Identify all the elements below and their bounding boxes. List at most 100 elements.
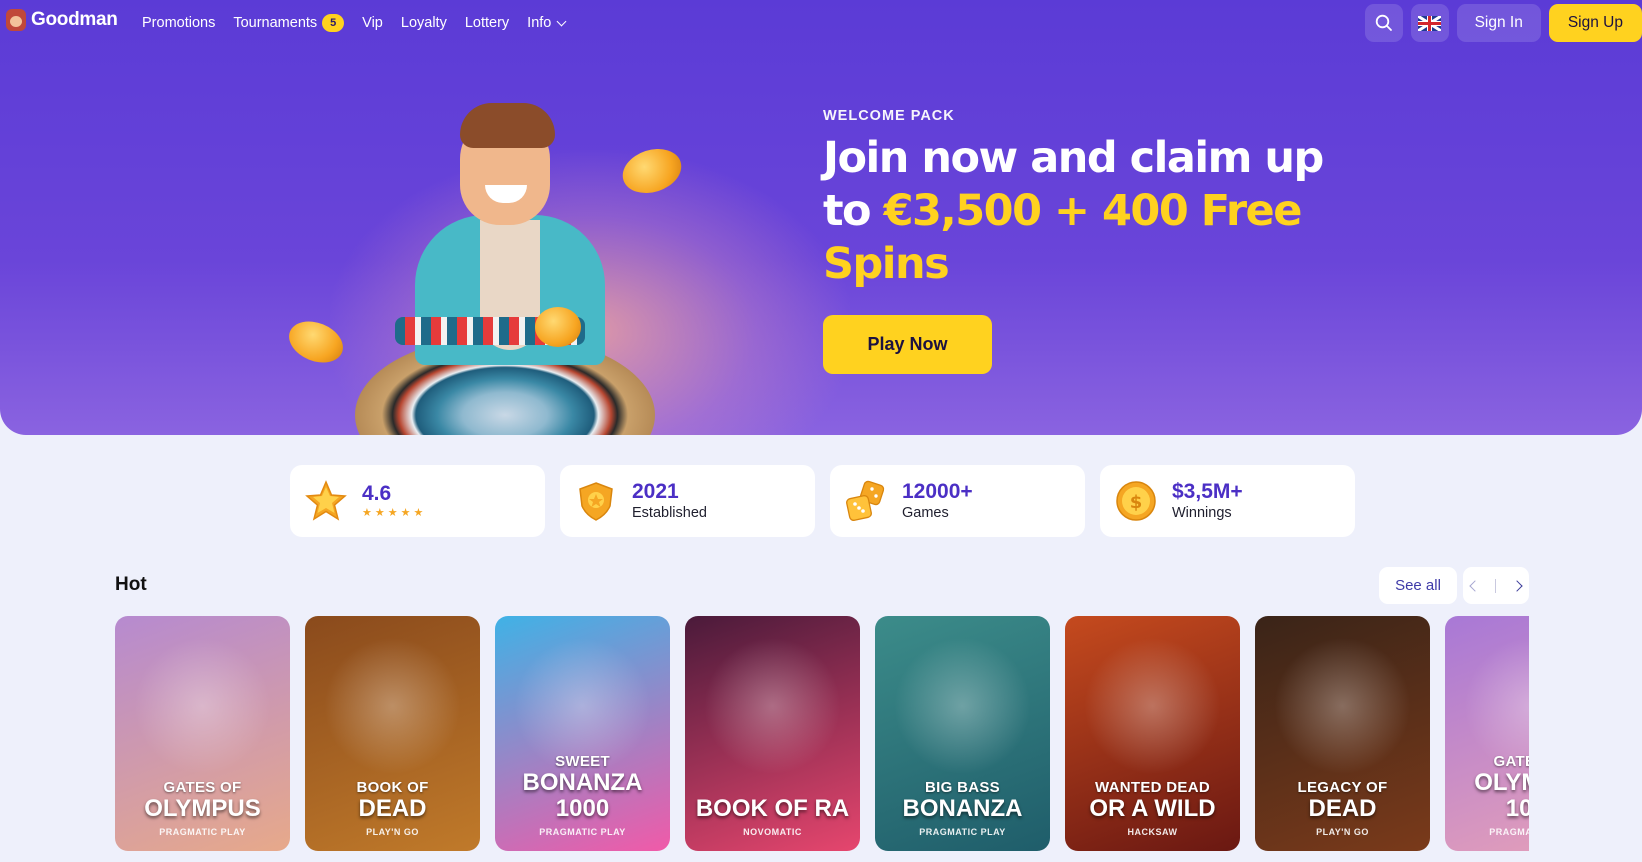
headline-highlight: €3,500 + 400 Free Spins	[823, 186, 1302, 289]
game-art-image	[1275, 636, 1410, 776]
nav-item-info[interactable]: Info	[527, 15, 567, 31]
game-card[interactable]: GATES OFOLYMPUS 1000 PRAGMATIC PLAY	[1445, 616, 1529, 851]
nav-item-loyalty[interactable]: Loyalty	[401, 15, 447, 31]
nav-label: Tournaments	[233, 15, 318, 31]
stat-value: 2021	[632, 480, 679, 503]
search-icon	[1375, 14, 1392, 31]
game-card[interactable]: LEGACY OF DEAD PLAY'N GO	[1255, 616, 1430, 851]
hero-eyebrow: WELCOME PACK	[823, 108, 955, 124]
stat-label: Established	[632, 505, 707, 521]
game-provider: HACKSAW	[1127, 827, 1178, 837]
game-title-line1: GATES OF	[163, 779, 242, 796]
dice-icon	[844, 479, 888, 523]
stat-established: 2021 Established	[560, 465, 815, 537]
hot-games-carousel: GATES OF OLYMPUS PRAGMATIC PLAY BOOK OF DEAD…	[115, 616, 1529, 862]
game-provider: PRAGMATIC PLAY	[539, 827, 626, 837]
game-title: SWEET BONANZA 1000 PRAGMATIC PLAY	[495, 753, 670, 838]
game-provider: PRAGMATIC PLAY	[159, 827, 246, 837]
chevron-right-icon[interactable]	[1511, 579, 1523, 592]
sign-in-button[interactable]: Sign In	[1456, 4, 1541, 42]
svg-text:$: $	[1130, 492, 1143, 513]
game-card[interactable]: BIG BASS BONANZA PRAGMATIC PLAY	[875, 616, 1050, 851]
game-title-line1: GATES OF	[1493, 753, 1529, 770]
game-cards: GATES OF OLYMPUS PRAGMATIC PLAY BOOK OF DEAD…	[115, 616, 1529, 851]
see-all-button[interactable]: See all	[1379, 567, 1457, 604]
nav-label: Loyalty	[400, 15, 447, 31]
game-art-image	[895, 636, 1030, 776]
nav-label: Promotions	[142, 15, 216, 31]
game-card[interactable]: SWEET BONANZA 1000 PRAGMATIC PLAY	[495, 616, 670, 851]
uk-flag-icon	[1418, 15, 1442, 31]
sign-up-button[interactable]: Sign Up	[1548, 4, 1642, 42]
stat-value: 12000+	[902, 480, 973, 503]
nav-item-tournaments[interactable]: Tournaments 5	[233, 14, 345, 32]
game-title: WANTED DEAD OR A WILD HACKSAW	[1065, 779, 1240, 838]
game-provider: PLAY'N GO	[366, 827, 419, 837]
hero-banner: Goodman Promotions Tournaments 5 Vip Loya…	[0, 0, 1642, 435]
game-title-line1: LEGACY OF	[1297, 779, 1388, 796]
game-provider: PRAGMATIC PLAY	[1489, 827, 1529, 837]
game-title-line2: BOOK OF RA	[695, 795, 850, 822]
game-title-line2: DEAD	[1308, 795, 1377, 822]
game-title-line2: DEAD	[358, 795, 427, 822]
game-title-line2: OR A WILD	[1089, 795, 1216, 822]
gold-coin-icon	[282, 313, 350, 371]
nav-links: Promotions Tournaments 5 Vip Loyalty Lott…	[142, 14, 567, 32]
game-provider: NOVOMATIC	[743, 827, 802, 837]
tournaments-count-badge: 5	[322, 14, 345, 32]
stat-value: $3,5M+	[1172, 480, 1243, 503]
star-icon: ★	[374, 507, 385, 519]
game-title: BIG BASS BONANZA PRAGMATIC PLAY	[875, 779, 1050, 838]
gold-coin-icon	[535, 307, 581, 347]
rating-stars: ★ ★ ★ ★ ★	[362, 508, 423, 519]
logo[interactable]: Goodman	[6, 9, 118, 31]
star-icon	[304, 479, 348, 523]
hero-headline: Join now and claim up to €3,500 + 400 Fr…	[823, 132, 1363, 291]
game-title: BOOK OF RA NOVOMATIC	[685, 795, 860, 838]
game-title-line1: BIG BASS	[925, 779, 1000, 796]
game-title: LEGACY OF DEAD PLAY'N GO	[1255, 779, 1430, 838]
star-icon: ★	[362, 507, 372, 519]
game-provider: PRAGMATIC PLAY	[919, 827, 1006, 837]
game-title-line1: WANTED DEAD	[1095, 779, 1210, 796]
nav-label: Lottery	[464, 15, 510, 31]
logo-mark-icon	[6, 9, 26, 31]
gold-coin-icon	[616, 141, 688, 201]
pager-divider	[1495, 578, 1497, 593]
language-button[interactable]	[1410, 4, 1449, 42]
game-provider: PLAY'N GO	[1316, 827, 1369, 837]
hot-section-title: Hot	[115, 574, 147, 595]
nav-item-promotions[interactable]: Promotions	[142, 15, 215, 31]
stats-row: 4.6 ★ ★ ★ ★ ★ 2021 Established 12000+ Ga…	[290, 465, 1355, 537]
game-card[interactable]: BOOK OF DEAD PLAY'N GO	[305, 616, 480, 851]
hero-illustration	[280, 95, 730, 435]
star-icon: ★	[387, 507, 398, 519]
game-title-line2: BONANZA 1000	[522, 769, 643, 822]
nav-item-lottery[interactable]: Lottery	[465, 15, 509, 31]
stat-games: 12000+ Games	[830, 465, 1085, 537]
stat-value: 4.6	[362, 482, 392, 505]
game-title-line2: OLYMPUS	[144, 795, 261, 822]
game-art-image	[1085, 636, 1220, 776]
play-now-button[interactable]: Play Now	[823, 315, 992, 374]
game-title: GATES OFOLYMPUS 1000 PRAGMATIC PLAY	[1445, 753, 1529, 838]
game-card[interactable]: WANTED DEAD OR A WILD HACKSAW	[1065, 616, 1240, 851]
carousel-pager	[1463, 567, 1529, 604]
search-button[interactable]	[1364, 4, 1403, 42]
game-title-line1: SWEET	[555, 753, 610, 770]
game-card[interactable]: GATES OF OLYMPUS PRAGMATIC PLAY	[115, 616, 290, 851]
stat-rating: 4.6 ★ ★ ★ ★ ★	[290, 465, 545, 537]
game-title-line2: BONANZA	[902, 795, 1023, 822]
hero-text: WELCOME PACK Join now and claim up to €3…	[823, 108, 1363, 374]
nav-actions: Sign In Sign Up	[1364, 4, 1642, 42]
game-card[interactable]: BOOK OF RA NOVOMATIC	[685, 616, 860, 851]
coin-icon: $	[1114, 479, 1158, 523]
game-art-image	[135, 636, 270, 776]
logo-text: Goodman	[31, 9, 118, 30]
stat-winnings: $ $3,5M+ Winnings	[1100, 465, 1355, 537]
nav-item-vip[interactable]: Vip	[362, 15, 383, 31]
nav-label: Vip	[362, 15, 383, 31]
stat-label: Winnings	[1172, 505, 1232, 521]
chevron-left-icon[interactable]	[1469, 579, 1481, 592]
nav-label: Info	[527, 15, 552, 31]
